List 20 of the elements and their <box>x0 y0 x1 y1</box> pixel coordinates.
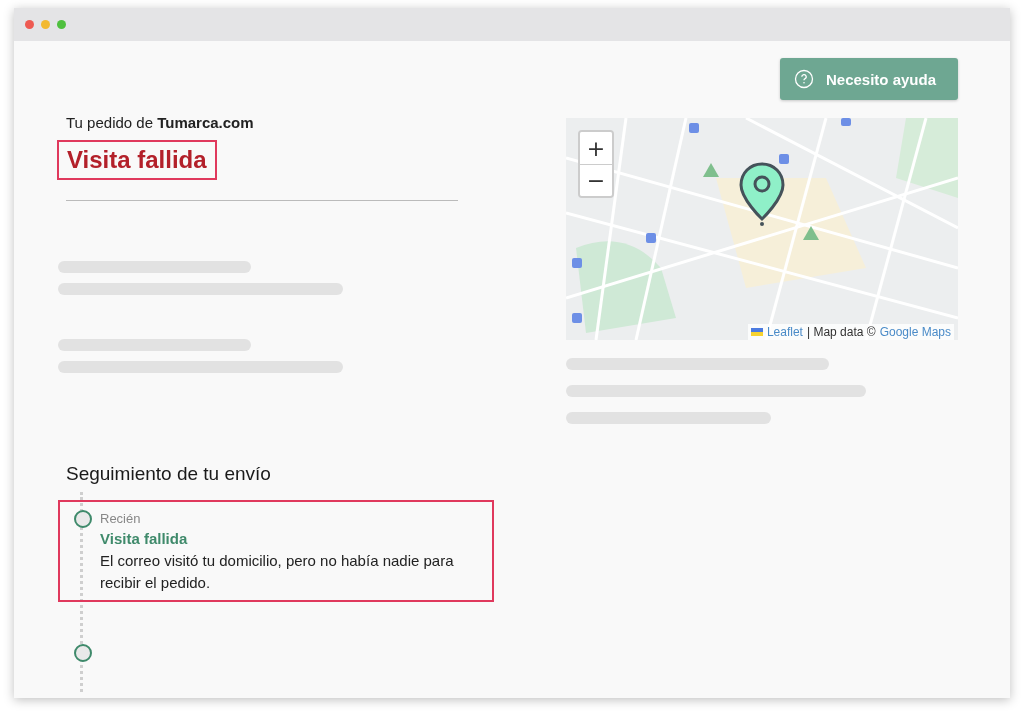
minimize-dot-icon[interactable] <box>41 20 50 29</box>
timeline-circle-icon <box>74 510 92 528</box>
google-maps-link[interactable]: Google Maps <box>879 325 951 339</box>
close-dot-icon[interactable] <box>25 20 34 29</box>
event-title: Visita fallida <box>100 529 189 549</box>
order-status: Visita fallida <box>57 140 217 180</box>
maximize-dot-icon[interactable] <box>57 20 66 29</box>
help-icon <box>793 69 814 89</box>
event-description: El correo visitó tu domicilio, pero no había nadie para recibir el pedido. <box>100 551 455 593</box>
leaflet-link[interactable]: Leaflet <box>766 325 803 339</box>
tracking-heading: Seguimiento de tu envío <box>66 463 272 485</box>
timeline-circle-icon <box>74 644 92 662</box>
attribution-text: | Map data © <box>806 325 876 339</box>
location-pin-icon <box>739 162 785 226</box>
event-time: Recién <box>100 510 142 528</box>
flag-icon <box>750 328 763 336</box>
map-view[interactable]: + − Leaflet | Map data © Google Maps <box>566 118 958 340</box>
zoom-in-button[interactable]: + <box>580 132 612 164</box>
order-intro: Tu pedido de Tumarca.com <box>66 114 255 133</box>
zoom-out-button[interactable]: − <box>580 164 612 196</box>
